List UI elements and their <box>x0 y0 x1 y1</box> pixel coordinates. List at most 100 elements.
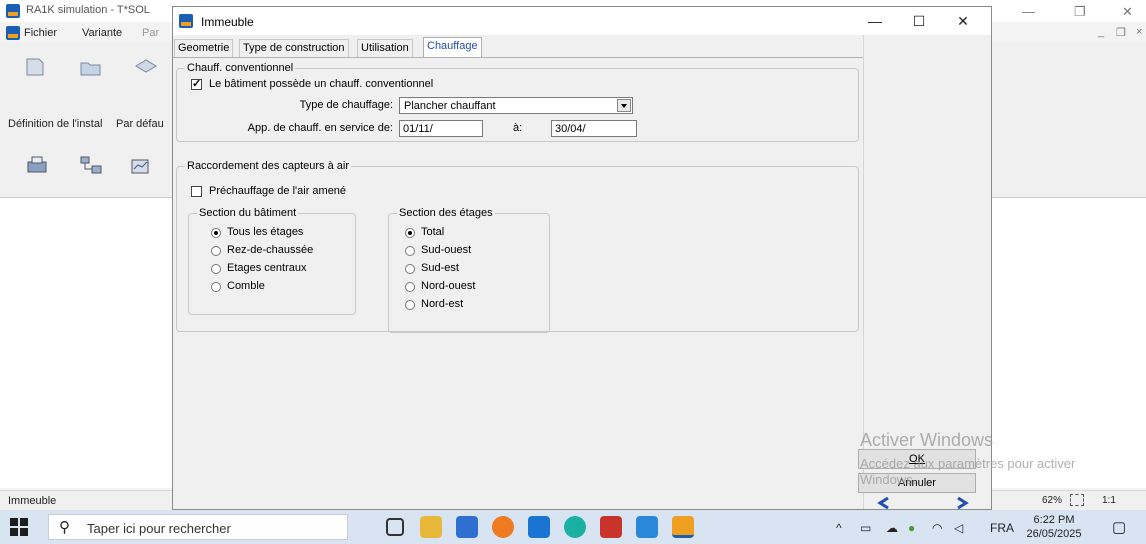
battery-icon[interactable]: ▭ <box>860 521 871 535</box>
store-icon[interactable] <box>456 516 478 538</box>
app-tray-icon[interactable]: ● <box>908 521 915 535</box>
fit-zoom-icon[interactable] <box>1070 494 1084 506</box>
service-from-input[interactable]: 01/11/ <box>399 120 483 137</box>
taskbar-search-box[interactable]: ⚲ Taper ici pour rechercher <box>48 514 348 540</box>
edge-icon[interactable] <box>564 516 586 538</box>
mdi-restore-icon[interactable]: ❐ <box>1116 26 1126 39</box>
search-icon: ⚲ <box>59 519 70 536</box>
task-view-icon[interactable] <box>386 518 404 536</box>
group-raccordement-capteurs: Raccordement des capteurs à air Préchauf… <box>176 160 859 333</box>
menu-par[interactable]: Par <box>142 27 159 39</box>
radio-total[interactable] <box>405 228 415 238</box>
section-batiment-title: Section du bâtiment <box>197 207 299 219</box>
dialog-maximize-button[interactable]: ☐ <box>897 7 941 35</box>
chevron-down-icon[interactable] <box>617 99 631 112</box>
heating-type-select[interactable]: Plancher chauffant <box>399 97 633 114</box>
clock-time: 6:22 PM <box>1033 514 1075 526</box>
status-text: Immeuble <box>8 495 57 507</box>
open-folder-icon[interactable] <box>78 56 104 78</box>
volume-icon[interactable]: ◁ <box>954 521 963 535</box>
menu-app-icon <box>6 26 20 40</box>
radio-sud-est[interactable] <box>405 264 415 274</box>
tab-chauffage[interactable]: Chauffage <box>423 37 482 57</box>
heating-type-label: Type de chauffage: <box>299 99 393 111</box>
radio-etages-centraux[interactable] <box>211 264 221 274</box>
print-icon[interactable] <box>24 154 50 176</box>
service-to-label: à: <box>513 122 523 134</box>
security-app-icon[interactable] <box>600 516 622 538</box>
section-etages-title: Section des étages <box>397 207 495 219</box>
toolbar-label-par-defaut[interactable]: Par défau <box>116 118 164 130</box>
search-placeholder: Taper ici pour rechercher <box>87 521 231 536</box>
dialog-close-button[interactable]: ✕ <box>941 7 985 35</box>
radio-nord-ouest[interactable] <box>405 282 415 292</box>
group-chauff-title: Chauff. conventionnel <box>185 62 296 74</box>
option-comble[interactable]: Comble <box>227 280 265 292</box>
menu-variante[interactable]: Variante <box>82 27 122 39</box>
radio-rez-de-chaussee[interactable] <box>211 246 221 256</box>
radio-comble[interactable] <box>211 282 221 292</box>
system-layout-icon[interactable] <box>78 154 104 176</box>
radio-tous-les-etages[interactable] <box>211 228 221 238</box>
windows-start-icon[interactable] <box>10 518 28 536</box>
clock-date: 26/05/2025 <box>1026 528 1082 540</box>
nav-left-icon[interactable] <box>876 497 896 509</box>
conventional-heating-checkbox[interactable] <box>191 77 202 90</box>
dialog-minimize-button[interactable]: — <box>853 7 897 35</box>
option-tous-les-etages[interactable]: Tous les étages <box>227 226 303 238</box>
mdi-close-icon[interactable]: × <box>1136 26 1142 38</box>
new-document-icon[interactable] <box>22 56 48 78</box>
toolbar-label-definition[interactable]: Définition de l'instal <box>8 118 102 130</box>
option-sud-ouest[interactable]: Sud-ouest <box>421 244 471 256</box>
option-nord-est[interactable]: Nord-est <box>421 298 463 310</box>
conventional-heating-label[interactable]: Le bâtiment possède un chauff. conventio… <box>209 78 433 90</box>
radio-nord-est[interactable] <box>405 300 415 310</box>
tab-utilisation[interactable]: Utilisation <box>357 39 413 57</box>
tab-type-de-construction[interactable]: Type de construction <box>239 39 349 57</box>
firefox-icon[interactable] <box>492 516 514 538</box>
onedrive-icon[interactable]: ☁ <box>886 521 898 535</box>
zoom-ratio[interactable]: 1:1 <box>1102 495 1116 506</box>
section-batiment-group: Section du bâtiment Tous les étages Rez-… <box>188 207 356 315</box>
file-explorer-icon[interactable] <box>420 516 442 538</box>
zoom-level: 62% <box>1042 495 1063 506</box>
taskbar-clock[interactable]: 6:22 PM 26/05/2025 <box>1022 513 1086 541</box>
tab-geometrie[interactable]: Geometrie <box>174 39 234 57</box>
notifications-icon[interactable]: ▢ <box>1112 518 1126 536</box>
chevron-up-icon[interactable]: ^ <box>836 521 842 535</box>
option-etages-centraux[interactable]: Etages centraux <box>227 262 307 274</box>
save-disk-icon[interactable] <box>132 56 158 78</box>
activation-watermark-text-2: Windows. <box>860 472 917 487</box>
background-window-title: RA1K simulation - T*SOL <box>26 4 150 16</box>
photos-icon[interactable] <box>636 516 658 538</box>
background-restore-icon[interactable]: ❐ <box>1074 4 1086 20</box>
radio-sud-ouest[interactable] <box>405 246 415 256</box>
option-rez-de-chaussee[interactable]: Rez-de-chaussée <box>227 244 313 256</box>
preheat-air-label[interactable]: Préchauffage de l'air amené <box>209 185 346 197</box>
chauffage-panel: Chauff. conventionnel Le bâtiment possèd… <box>173 57 863 505</box>
section-etages-group: Section des étages Total Sud-ouest Sud-e… <box>388 207 550 333</box>
heating-type-value: Plancher chauffant <box>404 100 496 112</box>
dialog-title: Immeuble <box>201 15 254 29</box>
wifi-icon[interactable]: ◠ <box>932 521 942 535</box>
option-total[interactable]: Total <box>421 226 444 238</box>
tsol-logo-icon <box>6 4 20 18</box>
language-indicator[interactable]: FRA <box>990 521 1014 535</box>
service-period-label: App. de chauff. en service de: <box>247 122 393 134</box>
option-sud-est[interactable]: Sud-est <box>421 262 459 274</box>
option-nord-ouest[interactable]: Nord-ouest <box>421 280 475 292</box>
background-minimize-icon[interactable]: — <box>1022 4 1035 19</box>
service-to-input[interactable]: 30/04/ <box>551 120 637 137</box>
group-chauff-conventionnel: Chauff. conventionnel Le bâtiment possèd… <box>176 62 859 142</box>
activation-watermark-title: Activer Windows <box>860 430 994 450</box>
activation-watermark-text: Accédez aux paramètres pour activer <box>860 456 1076 471</box>
menu-fichier[interactable]: Fichier <box>24 27 57 39</box>
dialog-app-icon <box>179 14 193 28</box>
results-icon[interactable] <box>128 154 154 176</box>
mdi-minimize-icon[interactable]: _ <box>1098 26 1104 38</box>
outlook-icon[interactable] <box>528 516 550 538</box>
preheat-air-checkbox[interactable] <box>191 186 202 197</box>
nav-right-icon[interactable] <box>950 497 970 509</box>
tsol-taskbar-icon[interactable] <box>672 516 694 538</box>
background-close-icon[interactable]: ✕ <box>1122 4 1133 20</box>
